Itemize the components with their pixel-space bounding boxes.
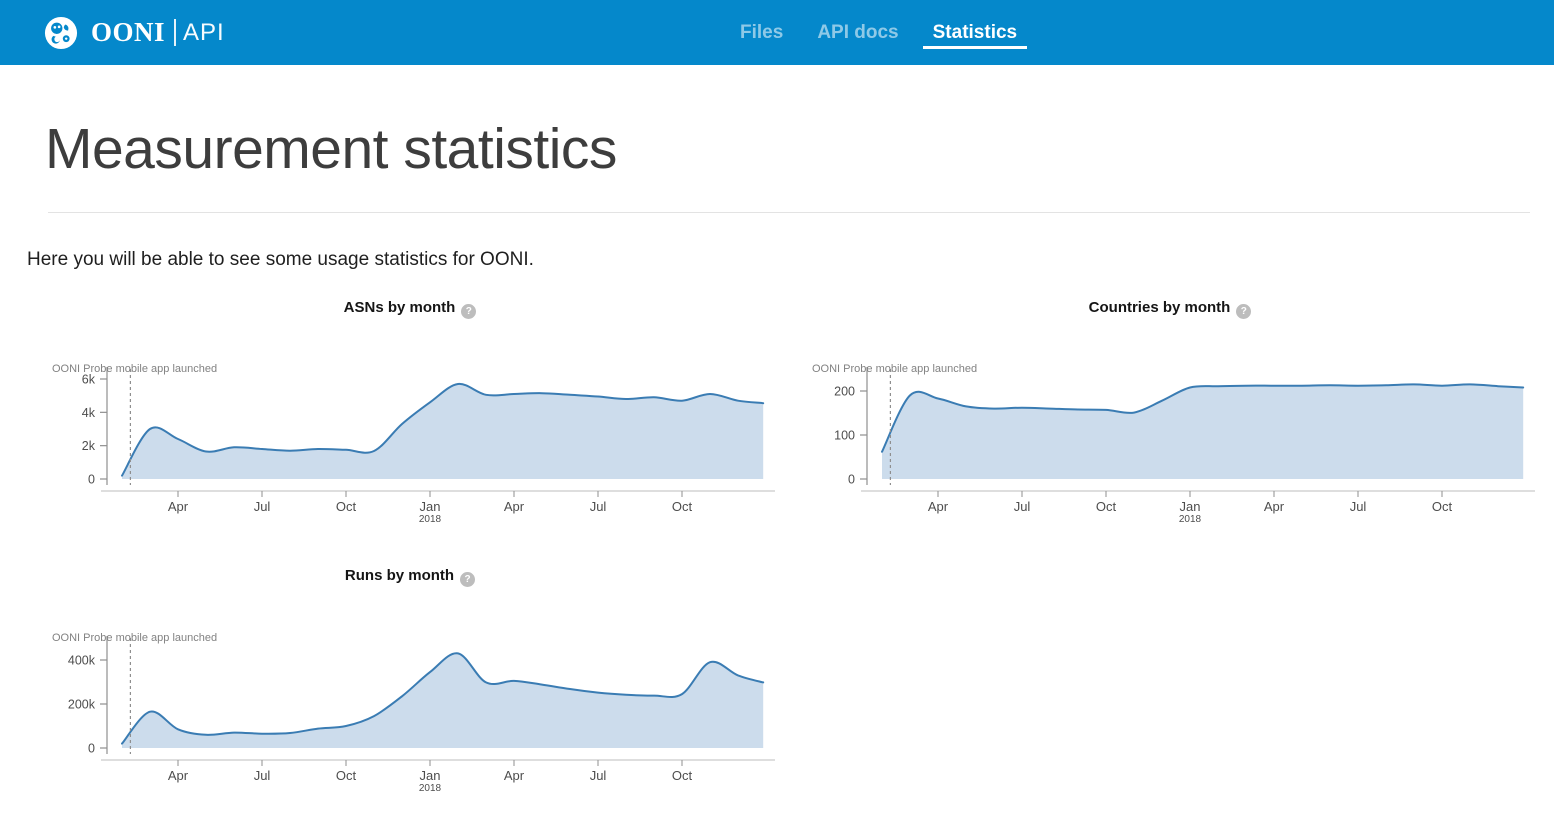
svg-text:Apr: Apr (504, 499, 525, 514)
svg-text:Oct: Oct (1096, 499, 1117, 514)
svg-text:0: 0 (848, 473, 855, 487)
nav-item-api-docs[interactable]: API docs (807, 0, 908, 65)
svg-text:Apr: Apr (928, 499, 949, 514)
svg-text:Oct: Oct (336, 499, 357, 514)
svg-text:Jul: Jul (1014, 499, 1031, 514)
svg-text:Jul: Jul (254, 768, 271, 783)
chart-title-asns: ASNs by month? (40, 299, 780, 319)
main-nav: Files API docs Statistics (730, 0, 1027, 65)
svg-text:Apr: Apr (168, 768, 189, 783)
svg-text:Jul: Jul (254, 499, 271, 514)
brand-name: OONI (91, 17, 165, 48)
svg-text:Jan: Jan (420, 499, 441, 514)
svg-text:Jul: Jul (590, 499, 607, 514)
brand-divider (174, 19, 176, 46)
svg-text:2018: 2018 (419, 514, 442, 525)
svg-text:Jan: Jan (420, 768, 441, 783)
help-icon[interactable]: ? (460, 572, 475, 587)
svg-text:Apr: Apr (504, 768, 525, 783)
help-icon[interactable]: ? (461, 304, 476, 319)
svg-text:4k: 4k (82, 406, 96, 420)
title-divider (48, 212, 1530, 213)
svg-text:200k: 200k (68, 698, 96, 712)
svg-text:Oct: Oct (672, 499, 693, 514)
page-title: Measurement statistics (45, 116, 617, 182)
intro-text: Here you will be able to see some usage … (27, 249, 534, 271)
nav-item-statistics[interactable]: Statistics (923, 0, 1027, 65)
svg-text:0: 0 (88, 742, 95, 756)
ooni-logo-icon (44, 16, 78, 50)
chart-title-runs: Runs by month? (40, 567, 780, 587)
svg-text:0: 0 (88, 473, 95, 487)
chart-title-countries-label: Countries by month (1089, 299, 1231, 316)
nav-item-files[interactable]: Files (730, 0, 793, 65)
chart-title-runs-label: Runs by month (345, 567, 454, 584)
runs-by-month-chart: 0 200k 400k Apr Jul Oct Jan2018 Apr Jul Oct OONI P… (40, 627, 780, 807)
svg-text:2018: 2018 (419, 783, 442, 794)
svg-text:2018: 2018 (1179, 514, 1202, 525)
countries-by-month-chart: 0 100 200 Apr Jul Oct Jan2018 Apr Jul Oct OONI Pro… (800, 358, 1540, 538)
svg-text:Apr: Apr (168, 499, 189, 514)
svg-text:Jan: Jan (1180, 499, 1201, 514)
asns-by-month-chart: 02k4k6kAprJulOctJan2018AprJulOctOONI Pro… (40, 358, 780, 538)
svg-text:Jul: Jul (1350, 499, 1367, 514)
brand-suffix: API (183, 19, 225, 47)
svg-text:Apr: Apr (1264, 499, 1285, 514)
svg-text:100: 100 (834, 429, 855, 443)
help-icon[interactable]: ? (1236, 304, 1251, 319)
brand-home-link[interactable]: OONI API (44, 0, 225, 65)
svg-text:Jul: Jul (590, 768, 607, 783)
top-nav-bar: OONI API Files API docs Statistics (0, 0, 1554, 65)
svg-text:200: 200 (834, 385, 855, 399)
chart-title-asns-label: ASNs by month (344, 299, 456, 316)
svg-text:Oct: Oct (336, 768, 357, 783)
svg-text:OONI Probe mobile app launched: OONI Probe mobile app launched (52, 363, 217, 375)
svg-text:2k: 2k (82, 439, 96, 453)
svg-text:Oct: Oct (672, 768, 693, 783)
svg-text:OONI Probe mobile app launched: OONI Probe mobile app launched (812, 363, 977, 375)
svg-text:OONI Probe mobile app launched: OONI Probe mobile app launched (52, 632, 217, 644)
svg-text:400k: 400k (68, 654, 96, 668)
ooni-api-page: OONI API Files API docs Statistics Measu… (0, 0, 1554, 820)
svg-text:Oct: Oct (1432, 499, 1453, 514)
chart-title-countries: Countries by month? (800, 299, 1540, 319)
